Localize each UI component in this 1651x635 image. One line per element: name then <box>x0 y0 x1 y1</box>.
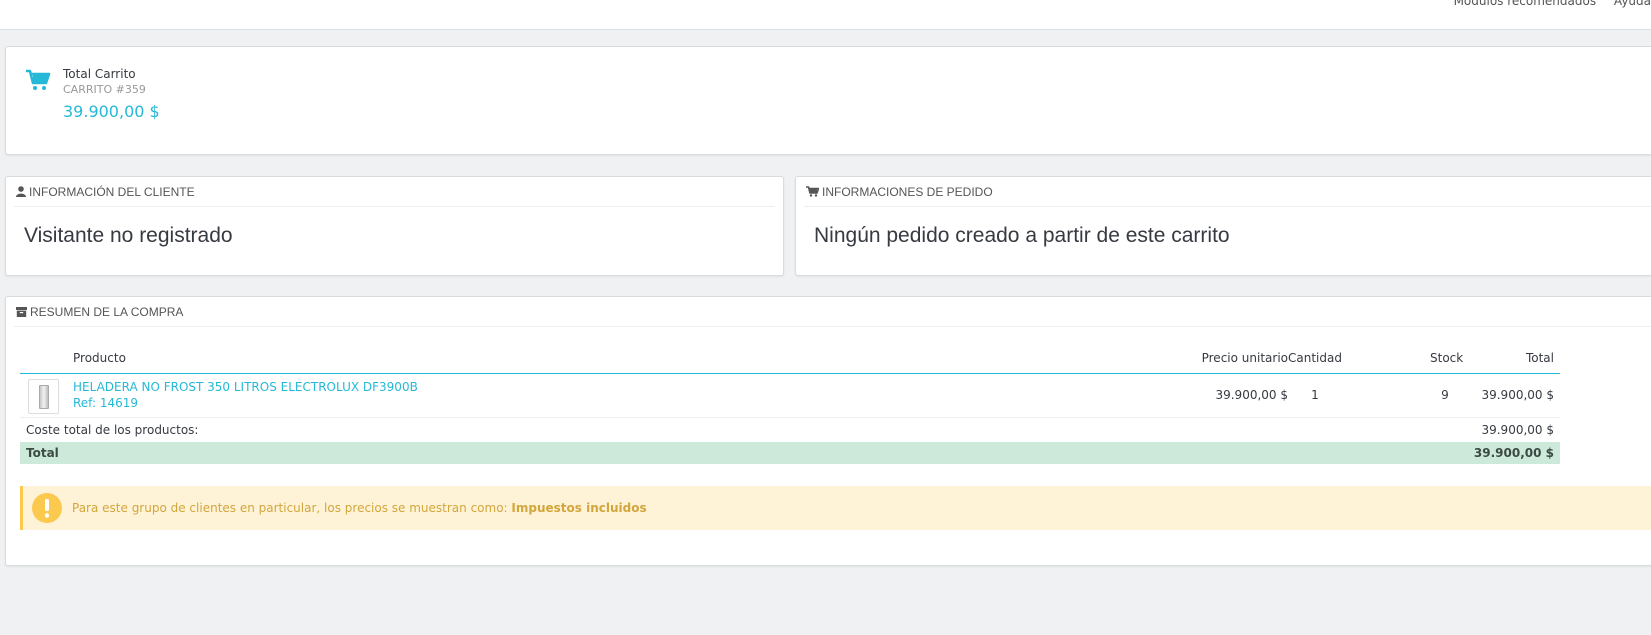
customer-status: Visitante no registrado <box>24 224 233 247</box>
product-thumbnail[interactable] <box>28 379 59 414</box>
top-header: Módulos recomendados Ayuda <box>0 0 1651 30</box>
alert-message: Para este grupo de clientes en particula… <box>72 501 512 515</box>
col-unit-price[interactable]: Precio unitario <box>1202 351 1288 365</box>
archive-icon <box>16 307 27 317</box>
recommended-modules-link[interactable]: Módulos recomendados <box>1454 0 1597 8</box>
shopping-cart-icon <box>806 186 820 197</box>
product-name-link[interactable]: HELADERA NO FROST 350 LITROS ELECTROLUX … <box>73 380 418 394</box>
cart-total-kpi: Total Carrito CARRITO #359 39.900,00 $ <box>5 46 1651 155</box>
tax-info-alert: Para este grupo de clientes en particula… <box>20 486 1651 530</box>
customer-heading-text: INFORMACIÓN DEL CLIENTE <box>29 185 195 199</box>
summary-panel-heading: RESUMEN DE LA COMPRA <box>14 297 1651 327</box>
total-value: 39.900,00 $ <box>1473 446 1554 460</box>
product-quantity: 1 <box>1311 388 1319 402</box>
order-info-panel: INFORMACIONES DE PEDIDO Ningún pedido cr… <box>795 176 1651 276</box>
table-row: HELADERA NO FROST 350 LITROS ELECTROLUX … <box>20 374 1560 418</box>
total-row: Total 39.900,00 $ <box>20 442 1560 464</box>
total-label: Total <box>26 446 59 460</box>
fridge-image <box>39 385 49 409</box>
subtotal-value: 39.900,00 $ <box>1481 423 1554 437</box>
summary-heading-text: RESUMEN DE LA COMPRA <box>30 305 184 319</box>
subtotal-label: Coste total de los productos: <box>26 423 199 437</box>
alert-text: Para este grupo de clientes en particula… <box>72 501 647 515</box>
kpi-title: Total Carrito <box>63 67 136 81</box>
product-unit-price: 39.900,00 $ <box>1215 388 1288 402</box>
cart-number: CARRITO #359 <box>63 83 146 96</box>
header-links: Módulos recomendados Ayuda <box>1440 0 1651 8</box>
col-quantity[interactable]: Cantidad <box>1280 351 1350 365</box>
customer-panel-heading: INFORMACIÓN DEL CLIENTE <box>14 177 775 207</box>
shopping-cart-icon <box>26 69 51 90</box>
help-link[interactable]: Ayuda <box>1614 0 1651 8</box>
col-stock[interactable]: Stock <box>1430 351 1463 365</box>
cart-total-value: 39.900,00 $ <box>63 102 160 121</box>
customer-info-panel: INFORMACIÓN DEL CLIENTE Visitante no reg… <box>5 176 784 276</box>
product-stock: 9 <box>1441 388 1449 402</box>
subtotal-row: Coste total de los productos: 39.900,00 … <box>20 418 1560 442</box>
order-heading-text: INFORMACIONES DE PEDIDO <box>822 185 993 199</box>
order-panel-heading: INFORMACIONES DE PEDIDO <box>804 177 1651 207</box>
col-product[interactable]: Producto <box>73 351 126 365</box>
user-icon <box>16 186 26 197</box>
product-total: 39.900,00 $ <box>1481 388 1554 402</box>
col-total[interactable]: Total <box>1526 351 1554 365</box>
exclamation-circle-icon <box>32 493 62 523</box>
table-header: Producto Precio unitario Cantidad Stock … <box>20 346 1560 374</box>
order-status: Ningún pedido creado a partir de este ca… <box>814 224 1230 247</box>
product-ref[interactable]: Ref: 14619 <box>73 396 138 410</box>
purchase-summary-panel: RESUMEN DE LA COMPRA Producto Precio uni… <box>5 296 1651 566</box>
alert-emphasis: Impuestos incluidos <box>511 501 647 515</box>
